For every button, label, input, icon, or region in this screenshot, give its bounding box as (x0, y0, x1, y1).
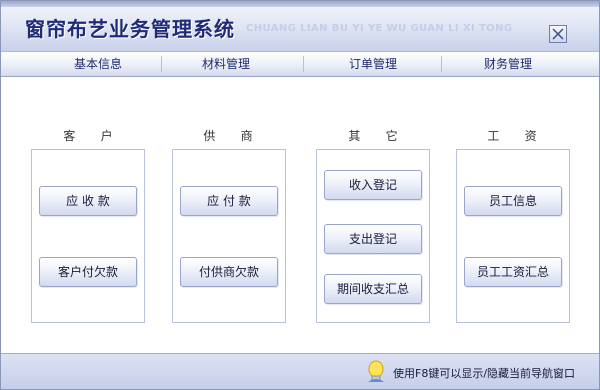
group-wages: 员工信息 员工工资汇总 (456, 149, 570, 323)
group-title-customer: 客 户 (63, 129, 115, 143)
app-window: 窗帘布艺业务管理系统 CHUANG LIAN BU YI YE WU GUAN … (0, 0, 600, 390)
app-subtitle: CHUANG LIAN BU YI YE WU GUAN LI XI TONG (246, 23, 513, 34)
tab-materials[interactable]: 材料管理 (151, 52, 301, 76)
group-customer: 应 收 款 客户付欠款 (31, 149, 145, 323)
income-register-button[interactable]: 收入登记 (324, 170, 422, 200)
payables-button[interactable]: 应 付 款 (180, 186, 278, 216)
close-button[interactable] (549, 25, 567, 43)
nav-bar: 基本信息 材料管理 订单管理 财务管理 (1, 51, 599, 77)
title-bar: 窗帘布艺业务管理系统 CHUANG LIAN BU YI YE WU GUAN … (1, 1, 599, 51)
lightbulb-icon (368, 360, 384, 382)
app-title: 窗帘布艺业务管理系统 (25, 17, 235, 41)
tab-finance[interactable]: 财务管理 (433, 52, 583, 76)
group-title-supplier: 供 商 (203, 129, 255, 143)
group-other: 收入登记 支出登记 期间收支汇总 (316, 149, 430, 323)
title-band (1, 1, 599, 7)
employee-info-button[interactable]: 员工信息 (464, 186, 562, 216)
status-hint: 使用F8键可以显示/隐藏当前导航窗口 (393, 367, 576, 380)
expense-register-button[interactable]: 支出登记 (324, 224, 422, 254)
group-supplier: 应 付 款 付供商欠款 (172, 149, 286, 323)
main-content: 客 户 应 收 款 客户付欠款 供 商 应 付 款 付供商欠款 其 它 收入登记… (1, 77, 599, 353)
wage-summary-button[interactable]: 员工工资汇总 (464, 257, 562, 287)
supplier-payment-button[interactable]: 付供商欠款 (180, 257, 278, 287)
period-summary-button[interactable]: 期间收支汇总 (324, 274, 422, 304)
group-title-other: 其 它 (348, 129, 400, 143)
group-title-wages: 工 资 (487, 129, 539, 143)
status-bar: 使用F8键可以显示/隐藏当前导航窗口 (1, 353, 599, 389)
receivables-button[interactable]: 应 收 款 (39, 186, 137, 216)
tab-orders[interactable]: 订单管理 (298, 52, 448, 76)
close-icon (552, 28, 564, 40)
customer-payment-button[interactable]: 客户付欠款 (39, 257, 137, 287)
